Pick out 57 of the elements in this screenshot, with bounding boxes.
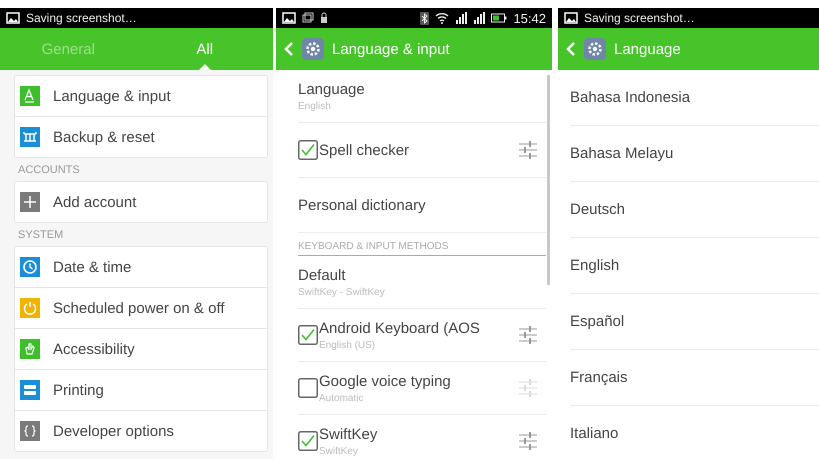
screen-title: Language & input	[332, 40, 450, 58]
settings-item[interactable]: Language & input	[53, 88, 171, 104]
item-title[interactable]: Google voice typing	[319, 372, 518, 390]
back-icon[interactable]	[284, 41, 294, 57]
signal-icon	[455, 12, 468, 24]
section-header: SYSTEM	[17, 228, 64, 243]
settings-item[interactable]: Printing	[53, 382, 104, 398]
section-header: KEYBOARD & INPUT METHODS	[298, 233, 546, 256]
checkbox[interactable]	[298, 140, 318, 160]
settings-item[interactable]: Accessibility	[53, 340, 135, 358]
item-title[interactable]: SwiftKey	[319, 426, 518, 442]
windows-icon	[302, 12, 314, 24]
notification-text: Saving screenshot…	[26, 11, 137, 25]
checkbox[interactable]	[298, 378, 318, 398]
language-item[interactable]: Español	[570, 294, 819, 350]
sliders-icon[interactable]	[518, 431, 538, 451]
item-subtitle: SwiftKey - SwiftKey	[298, 286, 386, 298]
language-item[interactable]: Deutsch	[570, 182, 819, 238]
language-item[interactable]: Italiano	[570, 406, 819, 459]
language-item[interactable]: Bahasa Melayu	[570, 126, 819, 182]
screen-title: Language	[614, 40, 681, 58]
checkbox[interactable]	[298, 431, 318, 451]
clock-text: 15:42	[513, 10, 546, 26]
bluetooth-icon	[420, 12, 430, 24]
settings-item[interactable]: Date & time	[53, 258, 132, 276]
signal-icon	[473, 12, 486, 24]
item-subtitle: Automatic	[319, 392, 364, 404]
item-subtitle: English	[298, 100, 332, 112]
gear-icon	[584, 38, 606, 60]
language-item[interactable]: Bahasa Indonesia	[570, 70, 819, 126]
lock-icon	[320, 12, 328, 24]
picture-icon	[564, 12, 578, 24]
item-subtitle: SwiftKey	[319, 446, 359, 456]
sliders-icon[interactable]	[518, 325, 538, 345]
settings-item[interactable]: Backup & reset	[53, 128, 155, 146]
sliders-icon[interactable]	[518, 378, 538, 398]
settings-item[interactable]: Scheduled power on & off	[53, 300, 225, 316]
language-item[interactable]: Français	[570, 350, 819, 406]
item-title[interactable]: Personal dictionary	[298, 196, 538, 214]
notification-text: Saving screenshot…	[584, 11, 695, 25]
item-subtitle: English (US)	[319, 340, 376, 350]
battery-icon	[491, 13, 508, 23]
section-header: ACCOUNTS	[17, 163, 81, 178]
gear-icon	[302, 38, 324, 60]
back-icon[interactable]	[566, 41, 576, 57]
settings-item[interactable]: Add account	[53, 194, 136, 210]
item-title[interactable]: Spell checker	[319, 142, 518, 158]
item-title[interactable]: Android Keyboard (AOS	[319, 320, 518, 336]
checkbox[interactable]	[298, 325, 318, 345]
sliders-icon[interactable]	[518, 140, 538, 160]
picture-icon	[282, 12, 296, 24]
language-item[interactable]: English	[570, 238, 819, 294]
picture-icon	[6, 12, 20, 24]
wifi-icon	[435, 12, 450, 24]
item-title[interactable]: Default	[298, 266, 538, 284]
item-title[interactable]: Language	[298, 80, 538, 98]
settings-item[interactable]: Developer options	[53, 422, 174, 440]
